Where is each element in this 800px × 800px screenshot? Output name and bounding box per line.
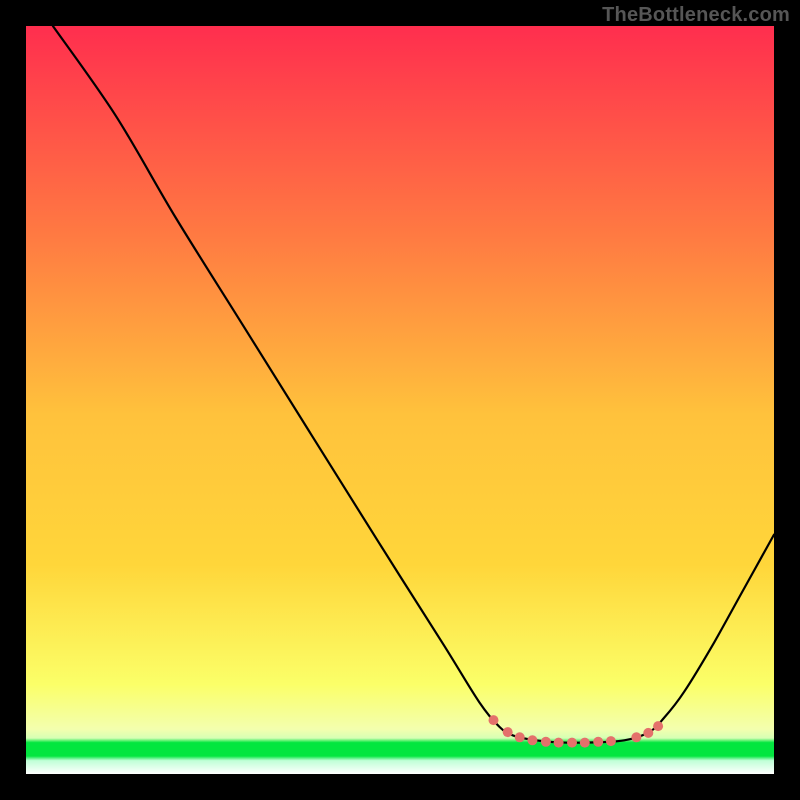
bottleneck-chart: [26, 26, 774, 774]
watermark-label: TheBottleneck.com: [602, 4, 790, 27]
dot: [580, 738, 590, 748]
dot: [643, 728, 653, 738]
dot: [653, 721, 663, 731]
dot: [567, 738, 577, 748]
chart-frame: [26, 26, 774, 774]
gradient-bg: [26, 26, 774, 774]
dot: [489, 715, 499, 725]
dot: [503, 727, 513, 737]
dot: [593, 737, 603, 747]
dot: [554, 738, 564, 748]
dot: [631, 732, 641, 742]
dot: [515, 732, 525, 742]
dot: [541, 737, 551, 747]
dot: [606, 736, 616, 746]
dot: [527, 735, 537, 745]
